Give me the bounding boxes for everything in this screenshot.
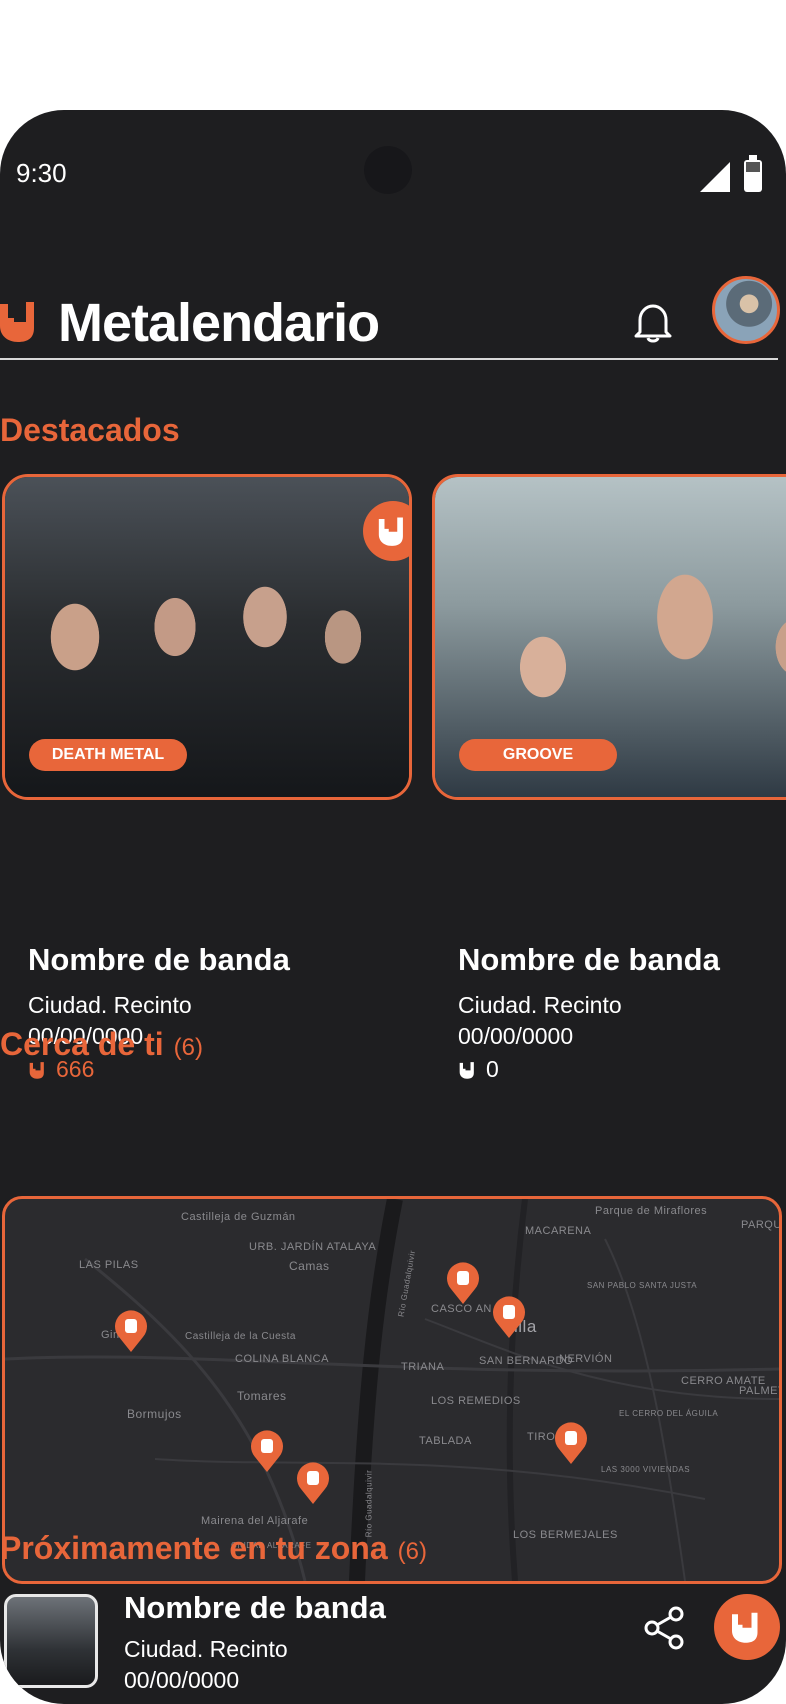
likes-count: 0 [458,1056,720,1083]
upcoming-event-item[interactable]: Nombre de banda Ciudad. Recinto 00/00/00… [0,1590,786,1693]
event-date: 00/00/0000 [458,1023,574,1049]
event-date: 00/00/0000 [124,1667,240,1693]
featured-section-title: Destacados [0,412,180,448]
front-camera [364,146,412,194]
map-label: Camas [289,1259,330,1273]
header-divider [0,358,778,360]
rock-hand-icon [0,302,34,342]
genre-tag[interactable]: GROOVE [459,739,617,771]
city-venue: Ciudad. Recinto [28,992,192,1018]
map-label: Tomares [237,1389,287,1403]
bell-icon[interactable] [632,300,674,344]
map-label: Castilleja de Guzmán [181,1211,296,1223]
map-label: URB. JARDÍN ATALAYA [249,1241,377,1253]
phone-screen: 9:30 Metalendario Destacados DEATH METAL… [0,110,786,1704]
map-label: COLINA BLANCA [235,1353,329,1365]
map-pin-icon[interactable] [295,1461,331,1505]
map-label: Bormujos [127,1407,182,1421]
band-name[interactable]: Nombre de banda [458,942,720,978]
rock-hand-icon [732,1612,758,1643]
map-label: LAS PILAS [79,1259,139,1271]
event-meta: Ciudad. Recinto 00/00/0000 [124,1634,288,1696]
map-label: TABLADA [419,1435,472,1447]
map-label: TRIANA [401,1361,445,1373]
rock-hand-icon [378,517,403,546]
nearby-count: (6) [173,1034,203,1061]
signal-icon [700,162,730,192]
upcoming-section-title: Próximamente en tu zona (6) [0,1530,427,1566]
featured-card[interactable]: DEATH METAL [2,474,412,800]
map-label: SAN PABLO SANTA JUSTA [587,1281,698,1290]
nearby-section-title: Cerca de ti (6) [0,1026,203,1062]
app-title: Metalendario [58,293,380,353]
user-avatar[interactable] [712,276,780,344]
city-venue: Ciudad. Recinto [458,992,622,1018]
map-label: TIRO [527,1431,556,1443]
share-icon[interactable] [640,1604,688,1652]
map-label: NERVIÓN [559,1353,613,1365]
map-pin-icon[interactable] [491,1295,527,1339]
events-map[interactable]: Castilleja de Guzmán LAS PILAS URB. JARD… [2,1196,782,1584]
map-pin-icon[interactable] [445,1261,481,1305]
rock-hand-button[interactable] [714,1594,780,1660]
band-thumbnail [4,1594,98,1688]
battery-icon [744,155,762,192]
featured-card[interactable]: GROOVE [432,474,786,800]
map-label: PALMETE [739,1385,779,1397]
map-pin-icon[interactable] [113,1309,149,1353]
map-label: EL CERRO DEL ÁGUILA [619,1409,719,1418]
map-label: MACARENA [525,1225,592,1237]
map-label: Río Guadalquivir [364,1469,374,1538]
map-label: Castilleja de la Cuesta [185,1331,296,1342]
band-name[interactable]: Nombre de banda [28,942,290,978]
city-venue: Ciudad. Recinto [124,1636,288,1662]
rock-hand-icon [459,1061,474,1079]
map-label: LOS REMEDIOS [431,1395,521,1407]
map-pin-icon[interactable] [553,1421,589,1465]
map-pin-icon[interactable] [249,1429,285,1473]
map-label: Parque de Miraflores [595,1205,708,1217]
map-label: LOS BERMEJALES [513,1529,618,1541]
genre-tag[interactable]: DEATH METAL [29,739,187,771]
band-name[interactable]: Nombre de banda [124,1590,386,1626]
map-label: PARQUE [741,1219,782,1231]
map-label: LAS 3000 VIVIENDAS [601,1465,691,1474]
likes-value: 0 [486,1056,499,1082]
featured-card-info: Nombre de banda Ciudad. Recinto 00/00/00… [458,942,720,1083]
map-roads [5,1199,779,1581]
upcoming-count: (6) [397,1538,427,1565]
map-label: Mairena del Aljarafe [201,1515,309,1527]
status-time: 9:30 [16,158,67,188]
app-header: Metalendario [0,270,786,370]
status-bar: 9:30 [0,110,786,220]
